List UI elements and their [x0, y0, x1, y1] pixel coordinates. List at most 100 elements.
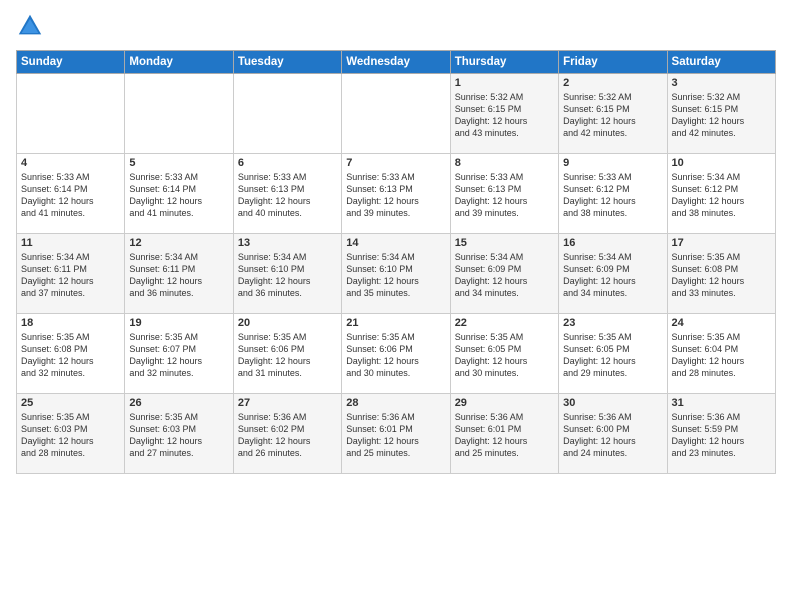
day-info: Sunrise: 5:35 AM Sunset: 6:07 PM Dayligh… — [129, 331, 228, 380]
day-info: Sunrise: 5:34 AM Sunset: 6:11 PM Dayligh… — [21, 251, 120, 300]
calendar-cell: 17 Sunrise: 5:35 AM Sunset: 6:08 PM Dayli… — [667, 234, 775, 314]
day-info: Sunrise: 5:36 AM Sunset: 6:01 PM Dayligh… — [346, 411, 445, 460]
day-number: 4 — [21, 157, 120, 169]
day-number: 20 — [238, 317, 337, 329]
day-number: 29 — [455, 397, 554, 409]
day-number: 8 — [455, 157, 554, 169]
calendar-cell: 19 Sunrise: 5:35 AM Sunset: 6:07 PM Dayli… — [125, 314, 233, 394]
day-info: Sunrise: 5:33 AM Sunset: 6:13 PM Dayligh… — [238, 171, 337, 220]
day-number: 22 — [455, 317, 554, 329]
day-info: Sunrise: 5:35 AM Sunset: 6:04 PM Dayligh… — [672, 331, 771, 380]
day-info: Sunrise: 5:33 AM Sunset: 6:12 PM Dayligh… — [563, 171, 662, 220]
day-info: Sunrise: 5:34 AM Sunset: 6:11 PM Dayligh… — [129, 251, 228, 300]
day-number: 6 — [238, 157, 337, 169]
page-container: SundayMondayTuesdayWednesdayThursdayFrid… — [0, 0, 792, 482]
day-info: Sunrise: 5:36 AM Sunset: 6:00 PM Dayligh… — [563, 411, 662, 460]
calendar-cell: 16 Sunrise: 5:34 AM Sunset: 6:09 PM Dayli… — [559, 234, 667, 314]
calendar-week-row: 18Sunrise: 5:35 AM Sunset: 6:08 PM Dayli… — [17, 314, 776, 394]
day-info: Sunrise: 5:36 AM Sunset: 6:01 PM Dayligh… — [455, 411, 554, 460]
calendar-cell: 21 Sunrise: 5:35 AM Sunset: 6:06 PM Dayli… — [342, 314, 450, 394]
calendar-cell: 1 Sunrise: 5:32 AM Sunset: 6:15 PM Daylig… — [450, 74, 558, 154]
weekday-header: Monday — [125, 51, 233, 74]
calendar-week-row: 11 Sunrise: 5:34 AM Sunset: 6:11 PM Dayli… — [17, 234, 776, 314]
day-number: 14 — [346, 237, 445, 249]
calendar-cell: 26 Sunrise: 5:35 AM Sunset: 6:03 PM Dayli… — [125, 394, 233, 474]
day-number: 17 — [672, 237, 771, 249]
day-number: 18 — [21, 317, 120, 329]
weekday-header: Saturday — [667, 51, 775, 74]
day-number: 16 — [563, 237, 662, 249]
logo — [16, 12, 48, 40]
calendar-cell: 12 Sunrise: 5:34 AM Sunset: 6:11 PM Dayli… — [125, 234, 233, 314]
header — [16, 12, 776, 40]
day-info: Sunrise: 5:32 AM Sunset: 6:15 PM Dayligh… — [672, 91, 771, 140]
day-info: Sunrise: 5:32 AM Sunset: 6:15 PM Dayligh… — [563, 91, 662, 140]
calendar-cell: 10 Sunrise: 5:34 AM Sunset: 6:12 PM Dayli… — [667, 154, 775, 234]
calendar-week-row: 25 Sunrise: 5:35 AM Sunset: 6:03 PM Dayli… — [17, 394, 776, 474]
day-number: 19 — [129, 317, 228, 329]
calendar-cell: 5Sunrise: 5:33 AM Sunset: 6:14 PM Daylig… — [125, 154, 233, 234]
day-number: 26 — [129, 397, 228, 409]
calendar-cell: 3Sunrise: 5:32 AM Sunset: 6:15 PM Daylig… — [667, 74, 775, 154]
calendar-week-row: 1 Sunrise: 5:32 AM Sunset: 6:15 PM Daylig… — [17, 74, 776, 154]
calendar-cell: 7 Sunrise: 5:33 AM Sunset: 6:13 PM Daylig… — [342, 154, 450, 234]
day-number: 10 — [672, 157, 771, 169]
calendar-cell: 29 Sunrise: 5:36 AM Sunset: 6:01 PM Dayli… — [450, 394, 558, 474]
day-number: 28 — [346, 397, 445, 409]
calendar-cell: 20Sunrise: 5:35 AM Sunset: 6:06 PM Dayli… — [233, 314, 341, 394]
calendar-cell: 18Sunrise: 5:35 AM Sunset: 6:08 PM Dayli… — [17, 314, 125, 394]
calendar-cell: 22 Sunrise: 5:35 AM Sunset: 6:05 PM Dayli… — [450, 314, 558, 394]
calendar-cell: 14Sunrise: 5:34 AM Sunset: 6:10 PM Dayli… — [342, 234, 450, 314]
day-info: Sunrise: 5:34 AM Sunset: 6:12 PM Dayligh… — [672, 171, 771, 220]
calendar-cell: 28 Sunrise: 5:36 AM Sunset: 6:01 PM Dayli… — [342, 394, 450, 474]
calendar-cell: 24 Sunrise: 5:35 AM Sunset: 6:04 PM Dayli… — [667, 314, 775, 394]
calendar-cell: 13Sunrise: 5:34 AM Sunset: 6:10 PM Dayli… — [233, 234, 341, 314]
calendar-cell — [342, 74, 450, 154]
day-info: Sunrise: 5:35 AM Sunset: 6:05 PM Dayligh… — [455, 331, 554, 380]
day-info: Sunrise: 5:35 AM Sunset: 6:08 PM Dayligh… — [672, 251, 771, 300]
calendar-cell: 30 Sunrise: 5:36 AM Sunset: 6:00 PM Dayli… — [559, 394, 667, 474]
day-number: 23 — [563, 317, 662, 329]
weekday-header: Sunday — [17, 51, 125, 74]
day-info: Sunrise: 5:35 AM Sunset: 6:05 PM Dayligh… — [563, 331, 662, 380]
day-number: 7 — [346, 157, 445, 169]
day-info: Sunrise: 5:35 AM Sunset: 6:03 PM Dayligh… — [21, 411, 120, 460]
calendar-cell: 23 Sunrise: 5:35 AM Sunset: 6:05 PM Dayli… — [559, 314, 667, 394]
weekday-header: Thursday — [450, 51, 558, 74]
day-info: Sunrise: 5:33 AM Sunset: 6:14 PM Dayligh… — [21, 171, 120, 220]
calendar-cell: 15 Sunrise: 5:34 AM Sunset: 6:09 PM Dayli… — [450, 234, 558, 314]
day-number: 24 — [672, 317, 771, 329]
day-number: 21 — [346, 317, 445, 329]
day-number: 12 — [129, 237, 228, 249]
logo-icon — [16, 12, 44, 40]
calendar-cell — [233, 74, 341, 154]
day-number: 30 — [563, 397, 662, 409]
day-info: Sunrise: 5:35 AM Sunset: 6:06 PM Dayligh… — [346, 331, 445, 380]
day-number: 11 — [21, 237, 120, 249]
calendar-cell — [125, 74, 233, 154]
day-number: 27 — [238, 397, 337, 409]
day-number: 9 — [563, 157, 662, 169]
day-number: 15 — [455, 237, 554, 249]
weekday-header: Friday — [559, 51, 667, 74]
weekday-header: Wednesday — [342, 51, 450, 74]
day-info: Sunrise: 5:35 AM Sunset: 6:03 PM Dayligh… — [129, 411, 228, 460]
day-info: Sunrise: 5:33 AM Sunset: 6:14 PM Dayligh… — [129, 171, 228, 220]
calendar-week-row: 4 Sunrise: 5:33 AM Sunset: 6:14 PM Daylig… — [17, 154, 776, 234]
day-number: 1 — [455, 77, 554, 89]
calendar-cell: 25 Sunrise: 5:35 AM Sunset: 6:03 PM Dayli… — [17, 394, 125, 474]
day-number: 25 — [21, 397, 120, 409]
calendar-cell: 8Sunrise: 5:33 AM Sunset: 6:13 PM Daylig… — [450, 154, 558, 234]
calendar-table: SundayMondayTuesdayWednesdayThursdayFrid… — [16, 50, 776, 474]
day-info: Sunrise: 5:34 AM Sunset: 6:09 PM Dayligh… — [455, 251, 554, 300]
day-number: 2 — [563, 77, 662, 89]
header-row: SundayMondayTuesdayWednesdayThursdayFrid… — [17, 51, 776, 74]
day-info: Sunrise: 5:32 AM Sunset: 6:15 PM Dayligh… — [455, 91, 554, 140]
calendar-cell: 4 Sunrise: 5:33 AM Sunset: 6:14 PM Daylig… — [17, 154, 125, 234]
calendar-cell: 27Sunrise: 5:36 AM Sunset: 6:02 PM Dayli… — [233, 394, 341, 474]
day-info: Sunrise: 5:34 AM Sunset: 6:09 PM Dayligh… — [563, 251, 662, 300]
calendar-cell — [17, 74, 125, 154]
calendar-cell: 31Sunrise: 5:36 AM Sunset: 5:59 PM Dayli… — [667, 394, 775, 474]
weekday-header: Tuesday — [233, 51, 341, 74]
day-info: Sunrise: 5:33 AM Sunset: 6:13 PM Dayligh… — [346, 171, 445, 220]
